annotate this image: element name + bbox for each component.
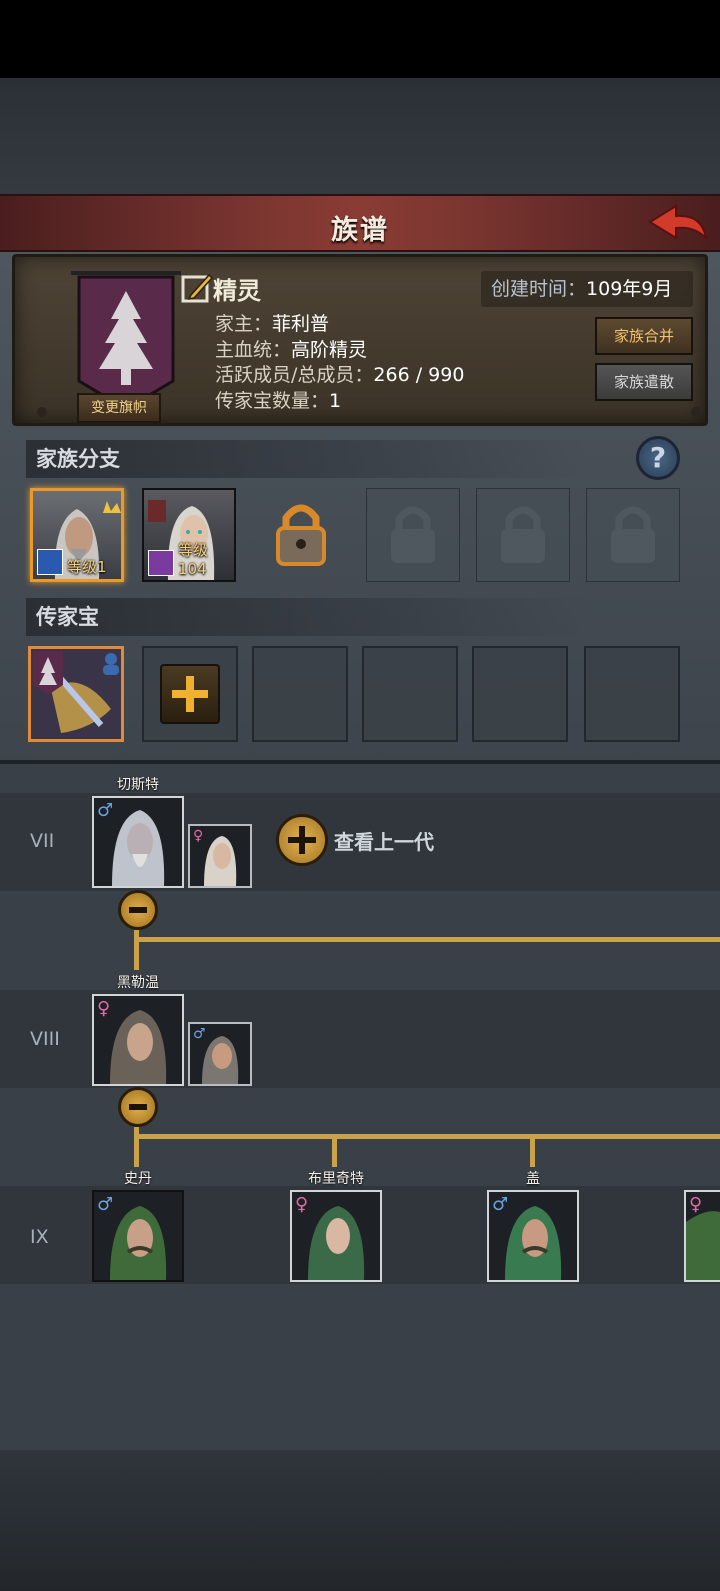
padlock-icon — [611, 506, 655, 563]
branch-slot-locked — [586, 488, 680, 582]
creation-time-label: 创建时间： — [491, 278, 587, 300]
plus-icon — [288, 826, 316, 854]
background-top — [0, 78, 720, 194]
heirloom-count-value: 1 — [329, 390, 342, 412]
family-head-value: 菲利普 — [272, 313, 330, 335]
help-button[interactable]: ? — [636, 436, 680, 480]
rivet-right — [691, 407, 701, 417]
spouse-portrait[interactable]: ♂ — [188, 1022, 252, 1086]
members-label: 活跃成员/总成员： — [215, 364, 374, 386]
branch-slot-unlockable[interactable] — [254, 488, 348, 582]
branch-level-1: 等级1 — [67, 558, 107, 576]
gender-male-icon: ♂ — [97, 800, 114, 821]
page-title: 族谱 — [331, 215, 389, 246]
heirlooms-section-title: 传家宝 — [26, 598, 586, 636]
member-portrait[interactable]: ♀ — [290, 1190, 382, 1282]
creation-time: 创建时间：109年9月 — [481, 271, 693, 307]
family-disband-button[interactable]: 家族遣散 — [595, 363, 693, 401]
heirloom-item-icon — [31, 649, 121, 739]
gender-female-icon: ♀ — [193, 828, 204, 844]
member-name: 盖 — [526, 1171, 540, 1187]
staff-icon — [148, 550, 174, 576]
bloodline-value: 高阶精灵 — [291, 339, 368, 361]
tree-connector — [134, 937, 720, 942]
padlock-icon — [276, 504, 326, 566]
branch-slot-locked — [366, 488, 460, 582]
gender-female-icon: ♀ — [295, 1194, 309, 1215]
spouse-portrait[interactable]: ♀ — [188, 824, 252, 888]
bloodline-label: 主血统： — [215, 339, 292, 361]
member-name: 黑勒温 — [117, 975, 159, 991]
tree-connector — [134, 1127, 139, 1167]
branch-slot-2[interactable]: 等级104 — [142, 488, 236, 582]
title-bar: 族谱 — [0, 194, 720, 252]
generation-label: VIII — [30, 1028, 60, 1050]
tree-connector — [530, 1134, 535, 1167]
family-head-line: 家主：菲利普 — [215, 309, 329, 336]
person-icon — [105, 653, 117, 665]
gender-male-icon: ♂ — [492, 1194, 509, 1215]
heirloom-slot-empty — [252, 646, 348, 742]
heirloom-add-slot[interactable] — [142, 646, 238, 742]
rivet-left — [37, 407, 47, 417]
gender-male-icon: ♂ — [193, 1026, 206, 1042]
heirloom-count-line: 传家宝数量：1 — [215, 386, 341, 413]
member-portrait[interactable]: ♀ — [92, 994, 184, 1086]
view-previous-generation-label[interactable]: 查看上一代 — [334, 826, 434, 855]
gender-female-icon: ♀ — [689, 1194, 703, 1215]
family-name: 精灵 — [213, 277, 261, 305]
heirloom-slot-1[interactable] — [28, 646, 124, 742]
back-arrow-icon[interactable] — [646, 202, 710, 246]
gender-male-icon: ♂ — [97, 1194, 114, 1215]
shield-icon — [148, 500, 166, 522]
branch-slot-locked — [476, 488, 570, 582]
tree-connector — [332, 1134, 337, 1167]
background-bottom — [0, 1450, 720, 1591]
heirloom-slot-empty — [362, 646, 458, 742]
status-bar — [0, 0, 720, 78]
family-head-label: 家主： — [215, 313, 273, 335]
change-flag-button[interactable]: 变更旗帜 — [77, 393, 161, 423]
view-previous-generation-button[interactable] — [276, 814, 328, 866]
generation-label: VII — [30, 830, 55, 852]
family-header: 变更旗帜 精灵 创建时间：109年9月 家主：菲利普 主血统：高阶精灵 活跃成员… — [12, 254, 708, 426]
padlock-icon — [391, 506, 435, 563]
member-name: 切斯特 — [117, 777, 159, 793]
member-portrait[interactable]: ♀ — [684, 1190, 720, 1282]
bloodline-line: 主血统：高阶精灵 — [215, 335, 367, 362]
collapse-branch-button[interactable] — [118, 890, 158, 930]
member-portrait[interactable]: ♂ — [487, 1190, 579, 1282]
creation-time-value: 109年9月 — [586, 278, 673, 300]
family-merge-button[interactable]: 家族合并 — [595, 317, 693, 355]
branches-section-title: 家族分支 — [26, 440, 586, 478]
add-heirloom-button[interactable] — [160, 664, 220, 724]
member-name: 史丹 — [124, 1171, 152, 1187]
gender-female-icon: ♀ — [97, 998, 111, 1019]
generation-label: IX — [30, 1226, 49, 1248]
heirloom-slot-empty — [472, 646, 568, 742]
member-portrait[interactable]: ♂ — [92, 796, 184, 888]
branch-slot-1[interactable]: 等级1 — [30, 488, 124, 582]
heirloom-slot-empty — [584, 646, 680, 742]
crown-icon — [103, 501, 121, 513]
heirloom-count-label: 传家宝数量： — [215, 390, 330, 412]
plus-icon — [172, 676, 208, 712]
tree-connector — [134, 930, 139, 970]
sword-icon — [37, 549, 63, 575]
edit-name-icon[interactable] — [181, 271, 213, 303]
collapse-branch-button[interactable] — [118, 1087, 158, 1127]
member-portrait[interactable]: ♂ — [92, 1190, 184, 1282]
members-line: 活跃成员/总成员：266 / 990 — [215, 360, 464, 387]
members-value: 266 / 990 — [373, 364, 465, 386]
tree-connector — [134, 1134, 720, 1139]
padlock-icon — [501, 506, 545, 563]
member-name: 布里奇特 — [308, 1171, 364, 1187]
branch-level-2: 等级104 — [178, 541, 209, 578]
